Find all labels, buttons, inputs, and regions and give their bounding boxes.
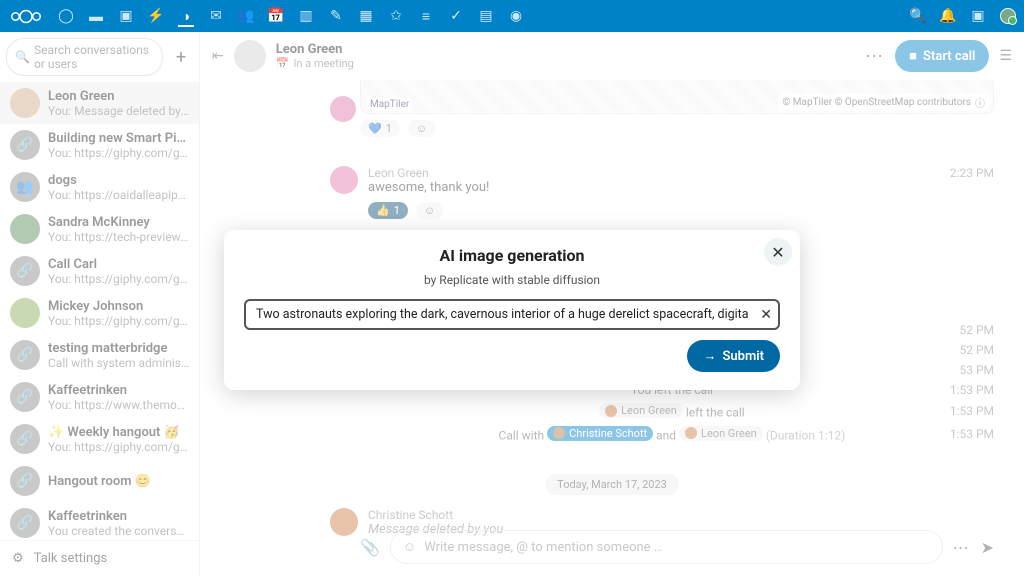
notifications-icon[interactable]: 🔔 [940,8,956,24]
ai-image-modal: ✕ AI image generation by Replicate with … [224,230,800,390]
user-avatar[interactable] [1000,8,1016,24]
modal-title: AI image generation [244,246,780,265]
nav-calendar-icon[interactable]: 📅 [268,8,284,24]
nav-talk-icon[interactable]: ◑ [178,11,194,27]
nav-analytics-icon[interactable]: ▥ [298,8,314,24]
nav-tasks-icon[interactable]: ≡ [418,8,434,24]
prompt-input[interactable] [244,299,780,330]
nav-dashboard-icon[interactable]: ◯ [58,8,74,24]
nav-star-icon[interactable]: ✩ [388,8,404,24]
nav-contacts-icon[interactable]: 👥 [238,8,254,24]
nav-tables-icon[interactable]: ▤ [478,8,494,24]
contacts-menu-icon[interactable]: ▣ [970,8,986,24]
modal-subtitle: by Replicate with stable diffusion [244,273,780,287]
topbar: ◯ ▬ ▣ ⚡ ◑ ✉ 👥 📅 ▥ ✎ ▦ ✩ ≡ ✓ ▤ ◉ 🔍 🔔 ▣ [0,0,1024,32]
nav-deck-icon[interactable]: ▦ [358,8,374,24]
nav-maps-icon[interactable]: ◉ [508,8,524,24]
clear-input-icon[interactable]: ✕ [760,307,772,323]
nav-mail-icon[interactable]: ✉ [208,8,224,24]
nav-activity-icon[interactable]: ⚡ [148,8,164,24]
nav-photos-icon[interactable]: ▣ [118,8,134,24]
close-button[interactable]: ✕ [764,238,792,266]
nav-notes-icon[interactable]: ✎ [328,8,344,24]
nav-check-icon[interactable]: ✓ [448,8,464,24]
app-logo[interactable] [8,6,44,26]
arrow-right-icon: → [703,348,716,364]
search-icon[interactable]: 🔍 [910,8,926,24]
nav-files-icon[interactable]: ▬ [88,8,104,24]
submit-button[interactable]: → Submit [687,340,780,372]
